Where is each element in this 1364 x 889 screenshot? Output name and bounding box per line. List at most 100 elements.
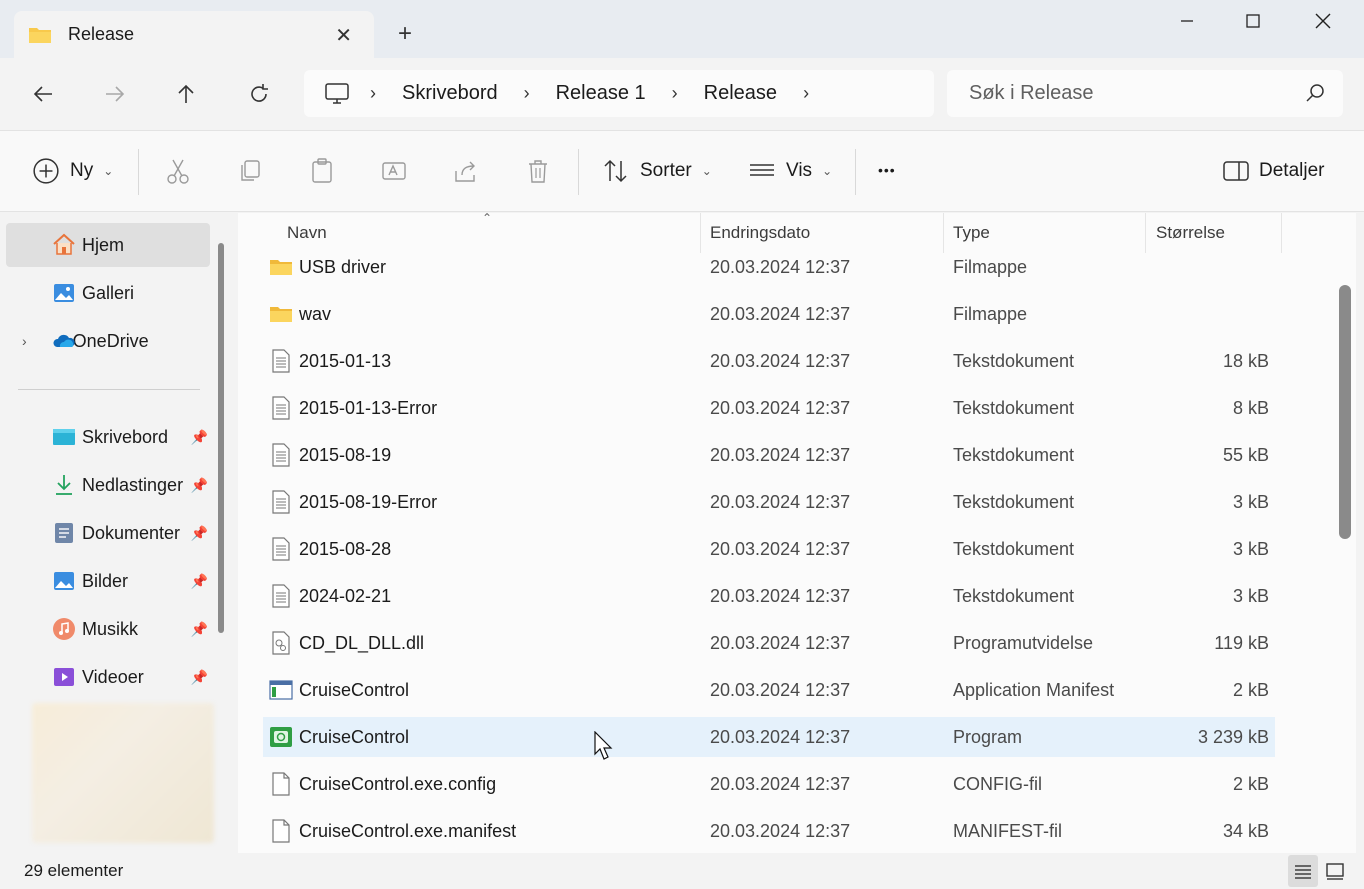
file-type: Tekstdokument bbox=[953, 398, 1075, 418]
breadcrumb-release-1[interactable]: Release 1 bbox=[556, 82, 646, 105]
file-type: MANIFEST-fil bbox=[953, 821, 1063, 841]
sidebar-item-videoer[interactable]: Videoer 📌 bbox=[6, 655, 210, 699]
music-icon bbox=[53, 618, 75, 640]
pin-icon[interactable]: 📌 bbox=[191, 669, 208, 686]
file-date: 20.03.2024 12:37 bbox=[710, 586, 851, 606]
sidebar-item-dokumenter[interactable]: Dokumenter 📌 bbox=[6, 511, 210, 555]
sidebar-item-skrivebord[interactable]: Skrivebord 📌 bbox=[6, 415, 210, 459]
close-window-button[interactable] bbox=[1300, 6, 1346, 36]
home-icon bbox=[53, 233, 75, 255]
large-icons-view-button[interactable] bbox=[1320, 855, 1350, 887]
view-button[interactable]: Vis ⌄ bbox=[748, 157, 832, 185]
file-type: Tekstdokument bbox=[953, 492, 1075, 512]
command-bar: Ny ⌄ Sorter ⌄ Vis ⌄ ••• Detaljer bbox=[0, 130, 1364, 212]
file-row[interactable]: 2015-01-13 20.03.2024 12:37 Tekstdokument 1… bbox=[263, 341, 1275, 381]
file-name: CruiseControl.exe.manifest bbox=[299, 821, 517, 841]
pin-icon[interactable]: 📌 bbox=[191, 429, 208, 446]
blurred-region bbox=[32, 703, 214, 843]
sidebar-item-onedrive[interactable]: › OneDrive bbox=[6, 319, 210, 363]
file-row[interactable]: CruiseControl.exe.manifest 20.03.2024 12:… bbox=[263, 811, 1275, 851]
sidebar-item-galleri[interactable]: Galleri bbox=[6, 271, 210, 315]
file-row[interactable]: CruiseControl 20.03.2024 12:37 Application… bbox=[263, 670, 1275, 710]
file-list: ⌃ Navn Endringsdato Type Størrelse USB d… bbox=[238, 211, 1356, 853]
file-list-scrollbar[interactable] bbox=[1339, 285, 1351, 539]
dll-file-icon bbox=[269, 631, 293, 655]
file-row[interactable]: 2024-02-21 20.03.2024 12:37 Tekstdokument 3… bbox=[263, 576, 1275, 616]
pin-icon[interactable]: 📌 bbox=[191, 477, 208, 494]
tab-release[interactable]: Release ✕ bbox=[14, 11, 374, 58]
pin-icon[interactable]: 📌 bbox=[191, 573, 208, 590]
search-input[interactable]: Søk i Release bbox=[947, 70, 1343, 117]
share-button[interactable] bbox=[452, 157, 480, 185]
cut-button[interactable] bbox=[164, 157, 192, 185]
mouse-cursor-icon bbox=[594, 731, 613, 760]
address-bar[interactable]: › Skrivebord › Release 1 › Release › bbox=[304, 70, 934, 117]
sidebar-item-nedlastinger[interactable]: Nedlastinger 📌 bbox=[6, 463, 210, 507]
pictures-icon bbox=[54, 572, 74, 590]
sidebar-item-hjem[interactable]: Hjem bbox=[6, 223, 210, 267]
sidebar-scrollbar[interactable] bbox=[218, 243, 224, 633]
file-row[interactable]: wav 20.03.2024 12:37 Filmappe bbox=[263, 294, 1275, 334]
file-size: 3 kB bbox=[1232, 492, 1269, 512]
column-header-date[interactable]: Endringsdato bbox=[710, 223, 810, 243]
new-button[interactable]: Ny ⌄ bbox=[32, 157, 113, 185]
search-placeholder: Søk i Release bbox=[969, 82, 1094, 104]
file-row[interactable]: 2015-08-28 20.03.2024 12:37 Tekstdokument 3… bbox=[263, 529, 1275, 569]
sidebar-item-label: Hjem bbox=[82, 234, 125, 255]
rename-button[interactable] bbox=[380, 157, 408, 185]
paste-button[interactable] bbox=[308, 157, 336, 185]
up-button[interactable] bbox=[170, 78, 202, 110]
file-date: 20.03.2024 12:37 bbox=[710, 492, 851, 512]
pin-icon[interactable]: 📌 bbox=[191, 525, 208, 542]
text-file-icon bbox=[269, 396, 293, 420]
chevron-right-icon[interactable]: › bbox=[22, 333, 27, 349]
chevron-right-icon[interactable]: › bbox=[803, 83, 809, 104]
file-size: 2 kB bbox=[1232, 774, 1269, 794]
sidebar-item-label: Videoer bbox=[82, 666, 144, 687]
minimize-button[interactable] bbox=[1164, 6, 1210, 36]
details-button[interactable]: Detaljer bbox=[1222, 157, 1324, 185]
file-row[interactable]: 2015-08-19-Error 20.03.2024 12:37 Tekstdok… bbox=[263, 482, 1275, 522]
more-options-button[interactable]: ••• bbox=[878, 162, 896, 178]
file-date: 20.03.2024 12:37 bbox=[710, 304, 851, 324]
new-tab-button[interactable]: + bbox=[398, 20, 412, 48]
sidebar-item-musikk[interactable]: Musikk 📌 bbox=[6, 607, 210, 651]
column-header-type[interactable]: Type bbox=[953, 223, 990, 243]
file-type: Filmappe bbox=[953, 257, 1028, 277]
back-button[interactable] bbox=[27, 78, 59, 110]
breadcrumb-skrivebord[interactable]: Skrivebord bbox=[402, 82, 498, 105]
copy-button[interactable] bbox=[236, 157, 264, 185]
desktop-icon bbox=[53, 429, 75, 445]
forward-button[interactable] bbox=[99, 78, 131, 110]
video-icon bbox=[54, 668, 74, 686]
file-row[interactable]: USB driver 20.03.2024 12:37 Filmappe bbox=[263, 247, 1275, 287]
chevron-right-icon: › bbox=[523, 83, 530, 103]
file-size: 3 kB bbox=[1232, 539, 1269, 559]
file-type: Tekstdokument bbox=[953, 586, 1075, 606]
breadcrumb-release[interactable]: Release bbox=[704, 82, 777, 105]
file-row[interactable]: CruiseControl.exe.config 20.03.2024 12:37… bbox=[263, 764, 1275, 804]
file-date: 20.03.2024 12:37 bbox=[710, 398, 851, 418]
file-type: Application Manifest bbox=[953, 680, 1115, 700]
sort-button[interactable]: Sorter ⌄ bbox=[602, 157, 712, 185]
close-tab-icon[interactable]: ✕ bbox=[335, 23, 352, 48]
maximize-button[interactable] bbox=[1230, 6, 1276, 36]
refresh-button[interactable] bbox=[243, 78, 275, 110]
file-row[interactable]: 2015-08-19 20.03.2024 12:37 Tekstdokument 5… bbox=[263, 435, 1275, 475]
column-header-name[interactable]: Navn bbox=[287, 223, 327, 243]
pin-icon[interactable]: 📌 bbox=[191, 621, 208, 638]
blank-file-icon bbox=[269, 819, 293, 843]
status-bar: 29 elementer bbox=[0, 853, 1364, 889]
details-view-button[interactable] bbox=[1288, 855, 1318, 887]
sidebar-item-bilder[interactable]: Bilder 📌 bbox=[6, 559, 210, 603]
column-header-size[interactable]: Størrelse bbox=[1156, 223, 1225, 243]
sort-icon bbox=[604, 159, 627, 183]
file-row[interactable]: 2015-01-13-Error 20.03.2024 12:37 Tekstdok… bbox=[263, 388, 1275, 428]
folder-icon bbox=[269, 302, 293, 326]
title-bar: Release ✕ + bbox=[0, 0, 1364, 58]
file-row[interactable]: CruiseControl 20.03.2024 12:37 Program 3 23… bbox=[263, 717, 1275, 757]
delete-button[interactable] bbox=[524, 157, 552, 185]
file-size: 8 kB bbox=[1232, 398, 1269, 418]
column-divider[interactable] bbox=[1281, 213, 1282, 253]
file-row[interactable]: CD_DL_DLL.dll 20.03.2024 12:37 Programutvi… bbox=[263, 623, 1275, 663]
